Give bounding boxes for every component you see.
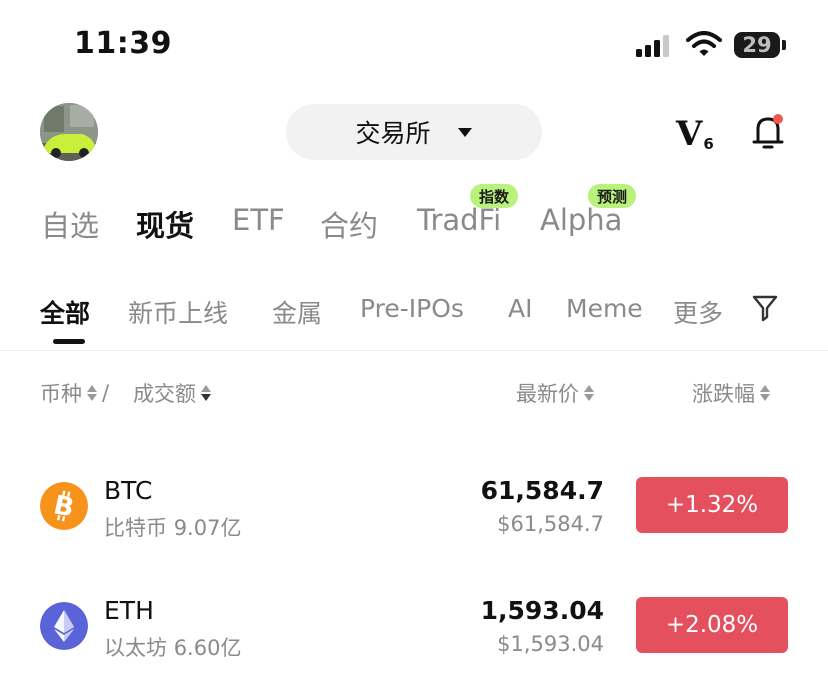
market-row-eth[interactable]: ETH 以太坊 6.60亿 1,593.04 $1,593.04 +2.08% [0,582,828,672]
caret-down-icon [457,127,472,137]
battery-nub [782,40,786,50]
tab-etf[interactable]: ETF [232,203,285,237]
volume-header-label: 成交额 [133,382,196,406]
coin-volume: 6.60亿 [173,636,242,660]
usd-price: $1,593.04 [497,632,604,656]
change-column-header[interactable]: 涨跌幅 [692,378,770,408]
subtab-all[interactable]: 全部 [40,294,90,330]
vip-level: 6 [703,135,714,153]
subtab-metals[interactable]: 金属 [272,294,322,330]
sort-icon [87,384,97,402]
coin-column-header[interactable]: 币种 / [40,378,109,408]
exchange-label: 交易所 [355,119,431,148]
change-button[interactable]: +1.32% [636,477,788,533]
subtab-new-listings[interactable]: 新币上线 [128,294,228,330]
signal-icon [636,35,669,57]
usd-price: $61,584.7 [497,512,604,536]
active-tab-indicator [53,339,85,344]
volume-column-header[interactable]: 成交额 [133,378,211,408]
subtab-ai[interactable]: AI [508,294,532,323]
vip-letter: V [676,114,703,154]
tab-tradfi[interactable]: TradFi [417,203,501,237]
coin-subtitle: 比特币 9.07亿 [104,512,241,542]
avatar[interactable] [40,103,98,161]
vip-badge[interactable]: V6 [676,114,714,154]
tab-alpha[interactable]: Alpha [540,203,622,237]
subtab-pre-ipos[interactable]: Pre-IPOs [360,294,464,323]
divider [0,350,828,351]
notification-bell-icon[interactable] [750,112,786,152]
filter-icon[interactable] [752,294,778,322]
tab-watchlist[interactable]: 自选 [41,203,99,245]
tab-spot[interactable]: 现货 [136,203,194,245]
header-separator: / [102,381,110,405]
coin-name: 以太坊 [104,636,167,660]
wifi-icon [686,31,722,56]
exchange-selector[interactable]: 交易所 [286,104,542,160]
coin-name: 比特币 [104,516,167,540]
bitcoin-icon: B [40,482,88,530]
sort-icon [760,384,770,402]
change-button[interactable]: +2.08% [636,597,788,653]
coin-subtitle: 以太坊 6.60亿 [104,632,241,662]
last-price: 61,584.7 [480,476,604,505]
battery-indicator: 29 [734,32,780,58]
sort-desc-icon [201,384,211,402]
status-time: 11:39 [74,26,172,61]
market-row-btc[interactable]: B BTC 比特币 9.07亿 61,584.7 $61,584.7 +1.32… [0,462,828,552]
price-header-label: 最新价 [516,382,579,406]
tab-contracts[interactable]: 合约 [320,203,378,245]
avatar-image-icon [40,103,98,161]
tradfi-index-badge: 指数 [470,184,519,208]
alpha-prediction-badge: 预测 [588,184,637,208]
subtab-meme[interactable]: Meme [566,294,643,323]
coin-volume: 9.07亿 [173,516,242,540]
coin-symbol: ETH [104,596,154,625]
subtab-more[interactable]: 更多 [673,294,723,330]
price-column-header[interactable]: 最新价 [516,378,594,408]
last-price: 1,593.04 [480,596,604,625]
ethereum-icon [40,602,88,650]
coin-header-label: 币种 [40,382,82,406]
sort-icon [584,384,594,402]
coin-symbol: BTC [104,476,153,505]
change-header-label: 涨跌幅 [692,382,755,406]
